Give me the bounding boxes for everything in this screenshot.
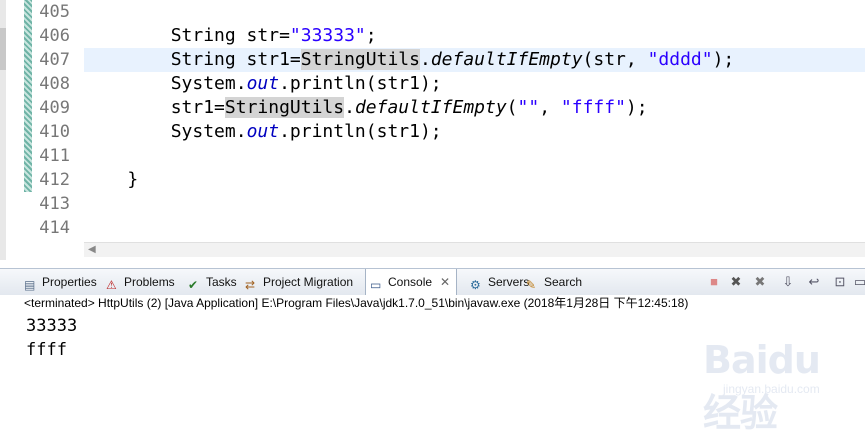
tab-label: Console	[388, 275, 433, 289]
vertical-scrollbar[interactable]	[0, 0, 6, 260]
servers-icon: ⚙	[470, 278, 481, 292]
problems-icon: ⚠	[106, 278, 117, 292]
code-token: "ffff"	[560, 97, 626, 118]
tab-label: Search	[544, 275, 583, 289]
remove-launch-icon[interactable]: ✖	[728, 274, 744, 290]
code-token: ""	[517, 97, 540, 118]
tab-label: Properties	[42, 275, 97, 289]
code-token: System.	[84, 121, 247, 142]
code-token: "dddd"	[647, 49, 713, 70]
code-line[interactable]: String str="33333";	[84, 24, 865, 48]
code-line[interactable]: System.out.println(str1);	[84, 72, 865, 96]
tab-tasks[interactable]: ✔ Tasks	[188, 269, 237, 295]
tab-properties[interactable]: ▤ Properties	[24, 269, 97, 295]
view-tab-bar: ▤ Properties ⚠ Problems ✔ Tasks ⇄ Project Migra…	[0, 268, 865, 296]
line-number: 405	[39, 2, 70, 22]
code-line[interactable]	[84, 216, 865, 240]
code-token: ,	[539, 97, 561, 118]
code-token: );	[625, 97, 648, 118]
code-editor[interactable]: 405 406 407 408 409 410 411 412 413 414 String st…	[0, 0, 865, 260]
line-number: 406	[39, 26, 70, 46]
tasks-icon: ✔	[188, 278, 199, 292]
console-output-line: 33333	[26, 316, 78, 336]
code-token: String str1=	[84, 49, 301, 70]
project-migration-icon: ⇄	[245, 278, 256, 292]
code-area[interactable]: String str="33333"; String str1=StringUt…	[84, 0, 865, 250]
code-token: System.	[84, 73, 247, 94]
code-token: );	[712, 49, 735, 70]
code-token: str1=	[84, 97, 225, 118]
horizontal-scrollbar[interactable]: ◀	[84, 242, 865, 257]
baidu-watermark: Baidu经验 jingyan.baidu.com	[683, 338, 843, 435]
close-icon[interactable]: ✕	[440, 275, 450, 289]
code-token: StringUtils	[224, 97, 345, 118]
code-token: (str,	[582, 49, 648, 70]
search-icon: ✎	[526, 278, 537, 292]
line-number: 408	[39, 74, 70, 94]
code-token: StringUtils	[300, 49, 420, 70]
code-line[interactable]	[84, 192, 865, 216]
display-selected-console-icon[interactable]: ▭	[852, 274, 865, 290]
line-number-gutter: 405 406 407 408 409 410 411 412 413 414	[32, 0, 74, 250]
tab-label: Tasks	[206, 275, 237, 289]
code-line[interactable]: str1=StringUtils.defaultIfEmpty("", "fff…	[84, 96, 865, 120]
code-token: ;	[365, 25, 377, 46]
code-token: "33333"	[289, 25, 366, 46]
tab-console[interactable]: ▭ Console ✕	[365, 269, 458, 296]
line-number: 412	[39, 170, 70, 190]
code-line[interactable]: String str1=StringUtils.defaultIfEmpty(s…	[84, 48, 865, 72]
code-token: defaultIfEmpty	[354, 97, 507, 118]
scroll-lock-icon[interactable]: ⇩	[780, 274, 796, 290]
tab-label: Servers	[488, 275, 530, 289]
scrollbar-thumb[interactable]	[0, 28, 6, 70]
line-number: 411	[39, 146, 70, 166]
quick-diff-bar	[24, 0, 32, 192]
code-line[interactable]	[84, 144, 865, 168]
scroll-left-arrow-icon[interactable]: ◀	[88, 243, 96, 257]
code-token: defaultIfEmpty	[430, 49, 583, 70]
code-token: out	[246, 73, 280, 94]
pin-console-icon[interactable]: ⊡	[832, 274, 848, 290]
code-token: out	[246, 121, 280, 142]
console-left-margin	[0, 295, 20, 411]
remove-all-terminated-icon[interactable]: ✖	[752, 274, 768, 290]
tab-project-migration[interactable]: ⇄ Project Migration	[245, 269, 353, 295]
tab-search[interactable]: ✎ Search	[526, 269, 582, 295]
line-number: 414	[39, 218, 70, 238]
tab-servers[interactable]: ⚙ Servers	[470, 269, 529, 295]
code-token: (	[506, 97, 518, 118]
properties-icon: ▤	[24, 278, 36, 292]
line-number: 410	[39, 122, 70, 142]
line-number: 413	[39, 194, 70, 214]
line-number: 407	[39, 50, 70, 70]
code-token: .	[344, 97, 355, 118]
code-line[interactable]: System.out.println(str1);	[84, 120, 865, 144]
code-token: }	[84, 169, 139, 190]
code-token: String str=	[84, 25, 290, 46]
code-token: .println(str1);	[279, 121, 442, 142]
tab-label: Problems	[124, 275, 175, 289]
code-line[interactable]: }	[84, 168, 865, 192]
code-token: .	[419, 49, 431, 70]
tab-label: Project Migration	[263, 275, 354, 289]
code-line[interactable]	[84, 0, 865, 24]
code-token: .println(str1);	[279, 73, 442, 94]
tab-problems[interactable]: ⚠ Problems	[106, 269, 175, 295]
console-output-line: ffff	[26, 340, 67, 360]
word-wrap-icon[interactable]: ↩	[806, 274, 822, 290]
watermark-url: jingyan.baidu.com	[723, 382, 820, 396]
console-icon: ▭	[370, 278, 382, 292]
terminate-icon[interactable]: ■	[706, 274, 722, 290]
line-number: 409	[39, 98, 70, 118]
console-status: <terminated> HttpUtils (2) [Java Applica…	[24, 296, 689, 310]
